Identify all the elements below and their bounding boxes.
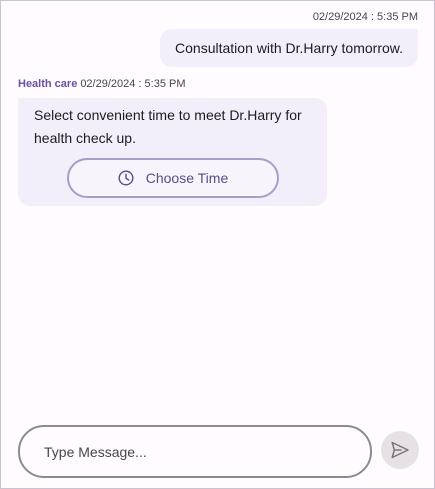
message-composer bbox=[18, 425, 372, 478]
send-icon bbox=[390, 440, 410, 460]
incoming-timestamp: 02/29/2024 : 5:35 PM bbox=[80, 78, 186, 90]
chat-window: 02/29/2024 : 5:35 PM Consultation with D… bbox=[0, 0, 435, 489]
outgoing-timestamp: 02/29/2024 : 5:35 PM bbox=[312, 11, 418, 23]
choose-time-button[interactable]: Choose Time bbox=[67, 158, 279, 198]
message-input[interactable] bbox=[44, 427, 354, 476]
incoming-message-text: Select convenient time to meet Dr.Harry … bbox=[34, 107, 302, 146]
clock-icon bbox=[118, 170, 134, 186]
author-name: Health care bbox=[18, 78, 78, 90]
choose-time-label: Choose Time bbox=[145, 170, 229, 186]
incoming-message-header: Health care 02/29/2024 : 5:35 PM bbox=[18, 78, 186, 90]
outgoing-message-bubble: Consultation with Dr.Harry tomorrow. bbox=[160, 29, 418, 67]
send-button[interactable] bbox=[381, 431, 419, 469]
incoming-message-bubble: Select convenient time to meet Dr.Harry … bbox=[18, 98, 327, 206]
